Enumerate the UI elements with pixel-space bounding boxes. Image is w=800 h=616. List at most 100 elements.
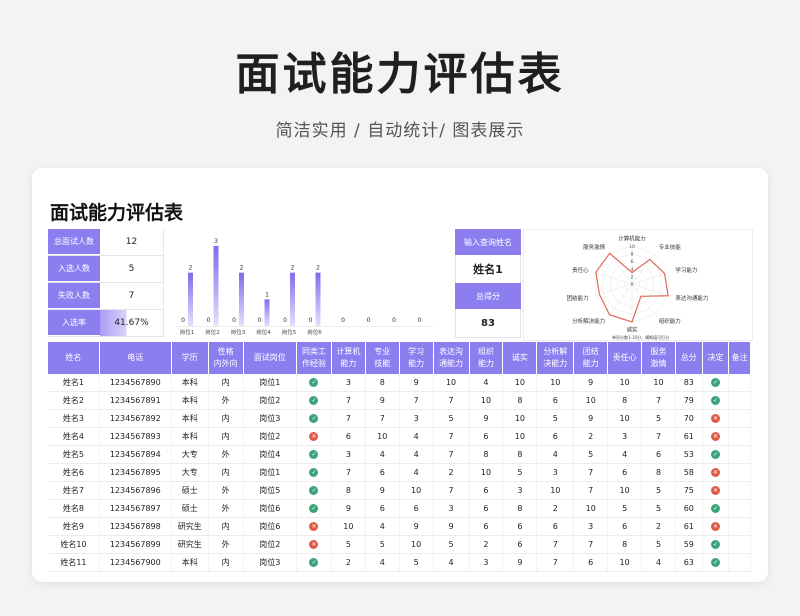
table-cell[interactable]: 10 bbox=[469, 391, 504, 410]
table-cell[interactable]: 姓名11 bbox=[48, 553, 100, 572]
table-cell[interactable]: 大专 bbox=[171, 463, 209, 482]
column-header[interactable]: 学历 bbox=[171, 342, 209, 374]
table-cell[interactable]: 7 bbox=[399, 391, 434, 410]
table-cell[interactable]: 姓名4 bbox=[48, 427, 100, 446]
table-cell[interactable]: 10 bbox=[573, 391, 609, 410]
table-cell[interactable]: ✕ bbox=[296, 427, 332, 446]
table-cell[interactable]: 内 bbox=[208, 553, 244, 572]
table-cell[interactable]: ✕ bbox=[702, 463, 730, 482]
table-cell[interactable] bbox=[728, 374, 751, 392]
table-cell[interactable]: 7 bbox=[573, 463, 609, 482]
table-cell[interactable]: 5 bbox=[641, 535, 676, 554]
table-cell[interactable]: 10 bbox=[607, 374, 643, 392]
table-cell[interactable] bbox=[728, 481, 751, 500]
table-cell[interactable]: 研究生 bbox=[171, 517, 209, 536]
table-cell[interactable]: 6 bbox=[365, 463, 400, 482]
table-cell[interactable]: 姓名1 bbox=[48, 374, 100, 392]
table-cell[interactable]: 10 bbox=[573, 499, 609, 518]
table-cell[interactable]: 外 bbox=[208, 499, 244, 518]
table-cell[interactable]: 大专 bbox=[171, 445, 209, 464]
table-cell[interactable]: 75 bbox=[675, 481, 703, 500]
table-cell[interactable]: 3 bbox=[433, 499, 470, 518]
table-cell[interactable]: 2 bbox=[469, 535, 504, 554]
table-cell[interactable]: 8 bbox=[469, 445, 504, 464]
table-cell[interactable]: 1234567900 bbox=[99, 553, 172, 572]
table-cell[interactable]: 10 bbox=[502, 374, 538, 392]
table-cell[interactable]: 10 bbox=[502, 427, 538, 446]
table-cell[interactable]: 8 bbox=[331, 481, 366, 500]
table-cell[interactable]: 岗位2 bbox=[243, 535, 298, 554]
table-cell[interactable]: 79 bbox=[675, 391, 703, 410]
table-cell[interactable]: 6 bbox=[331, 427, 366, 446]
column-header[interactable]: 学习 能力 bbox=[399, 342, 434, 374]
table-cell[interactable]: 4 bbox=[365, 553, 400, 572]
table-cell[interactable]: 8 bbox=[641, 463, 676, 482]
column-header[interactable]: 责任心 bbox=[607, 342, 643, 374]
table-cell[interactable]: 6 bbox=[536, 427, 575, 446]
column-header[interactable]: 团结 能力 bbox=[573, 342, 609, 374]
table-cell[interactable]: 7 bbox=[433, 391, 470, 410]
table-cell[interactable]: 6 bbox=[469, 427, 504, 446]
column-header[interactable]: 电话 bbox=[99, 342, 172, 374]
table-cell[interactable]: 3 bbox=[607, 427, 643, 446]
table-cell[interactable]: 本科 bbox=[171, 409, 209, 428]
table-cell[interactable]: 61 bbox=[675, 517, 703, 536]
table-cell[interactable]: 硕士 bbox=[171, 499, 209, 518]
table-cell[interactable]: ✓ bbox=[296, 463, 332, 482]
column-header[interactable]: 分析解 决能力 bbox=[536, 342, 575, 374]
table-cell[interactable] bbox=[728, 409, 751, 428]
table-cell[interactable]: 外 bbox=[208, 391, 244, 410]
table-cell[interactable]: 4 bbox=[641, 553, 676, 572]
table-cell[interactable]: 7 bbox=[573, 535, 609, 554]
table-cell[interactable]: ✓ bbox=[702, 391, 730, 410]
table-cell[interactable]: 8 bbox=[502, 445, 538, 464]
table-cell[interactable] bbox=[728, 553, 751, 572]
table-cell[interactable]: ✓ bbox=[296, 374, 332, 392]
table-cell[interactable]: 6 bbox=[607, 517, 643, 536]
table-cell[interactable]: 6 bbox=[573, 553, 609, 572]
table-cell[interactable] bbox=[728, 427, 751, 446]
table-cell[interactable]: ✓ bbox=[702, 553, 730, 572]
table-cell[interactable]: 5 bbox=[536, 409, 575, 428]
table-cell[interactable]: 姓名3 bbox=[48, 409, 100, 428]
table-cell[interactable]: 本科 bbox=[171, 391, 209, 410]
table-cell[interactable]: 63 bbox=[675, 553, 703, 572]
table-cell[interactable]: 5 bbox=[331, 535, 366, 554]
table-cell[interactable]: 6 bbox=[641, 445, 676, 464]
table-cell[interactable]: 岗位2 bbox=[243, 391, 298, 410]
table-cell[interactable]: 姓名10 bbox=[48, 535, 100, 554]
table-cell[interactable]: 1234567896 bbox=[99, 481, 172, 500]
table-cell[interactable]: 9 bbox=[399, 517, 434, 536]
table-cell[interactable]: 6 bbox=[469, 499, 504, 518]
table-cell[interactable]: 内 bbox=[208, 409, 244, 428]
table-cell[interactable]: 7 bbox=[573, 481, 609, 500]
table-cell[interactable]: 9 bbox=[573, 409, 609, 428]
table-cell[interactable]: 6 bbox=[365, 499, 400, 518]
table-cell[interactable]: ✕ bbox=[702, 409, 730, 428]
table-cell[interactable]: 5 bbox=[399, 553, 434, 572]
table-cell[interactable]: 2 bbox=[573, 427, 609, 446]
table-cell[interactable]: 6 bbox=[469, 481, 504, 500]
table-cell[interactable]: 10 bbox=[536, 481, 575, 500]
column-header[interactable]: 专业 技能 bbox=[365, 342, 400, 374]
table-cell[interactable]: 60 bbox=[675, 499, 703, 518]
table-cell[interactable]: 10 bbox=[502, 409, 538, 428]
table-cell[interactable] bbox=[728, 535, 751, 554]
table-cell[interactable]: 4 bbox=[365, 517, 400, 536]
table-cell[interactable] bbox=[728, 391, 751, 410]
table-cell[interactable]: 7 bbox=[433, 481, 470, 500]
table-cell[interactable]: 4 bbox=[399, 463, 434, 482]
table-cell[interactable]: 10 bbox=[469, 463, 504, 482]
table-cell[interactable]: 10 bbox=[433, 374, 470, 392]
table-cell[interactable]: 2 bbox=[331, 553, 366, 572]
table-cell[interactable]: 5 bbox=[641, 481, 676, 500]
table-cell[interactable]: 3 bbox=[573, 517, 609, 536]
table-cell[interactable]: 姓名7 bbox=[48, 481, 100, 500]
table-cell[interactable]: 10 bbox=[399, 481, 434, 500]
table-cell[interactable]: ✓ bbox=[702, 499, 730, 518]
table-cell[interactable]: 9 bbox=[573, 374, 609, 392]
table-cell[interactable] bbox=[728, 463, 751, 482]
column-header[interactable]: 决定 bbox=[702, 342, 730, 374]
table-cell[interactable]: 1234567893 bbox=[99, 427, 172, 446]
table-cell[interactable]: 岗位4 bbox=[243, 445, 298, 464]
